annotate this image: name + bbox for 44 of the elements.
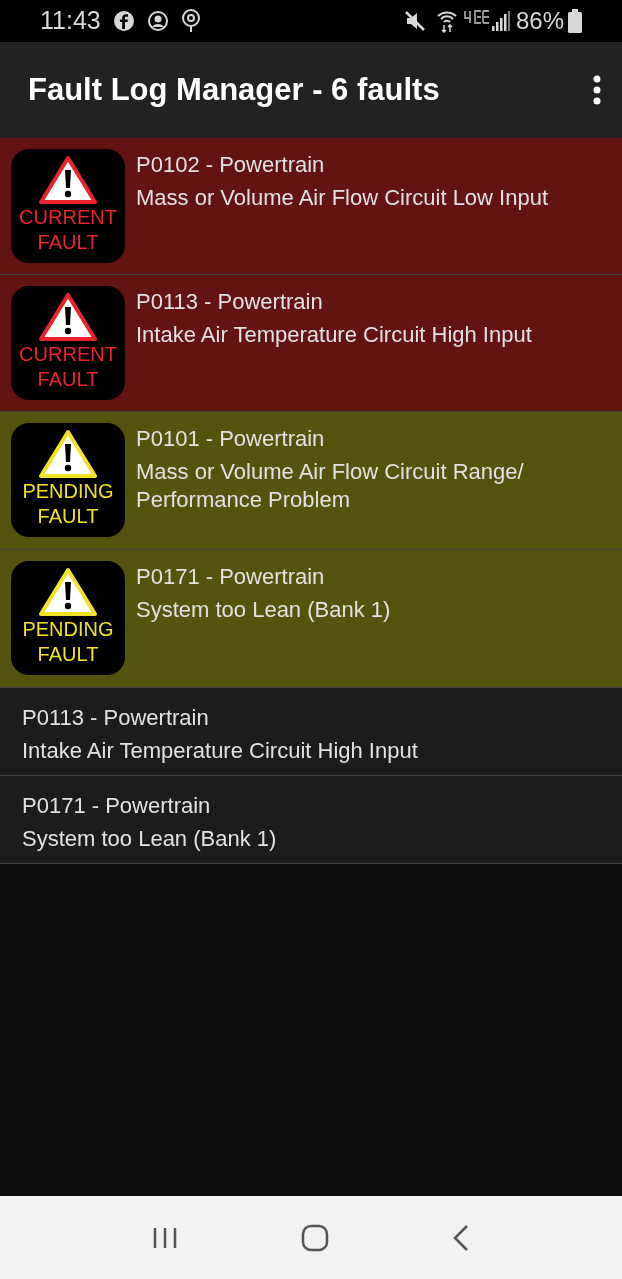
fault-description: Mass or Volume Air Flow Circuit Low Input <box>136 184 549 212</box>
badge-label: PENDING <box>22 479 114 504</box>
fault-code: P0113 - Powertrain <box>22 704 210 732</box>
fault-description: Intake Air Temperature Circuit High Input <box>136 321 532 349</box>
fault-row[interactable]: P0171 - Powertrain System too Lean (Bank 1) <box>0 776 622 864</box>
signal-icon <box>491 11 510 31</box>
fault-description: System too Lean (Bank 1) <box>22 825 277 853</box>
fault-row[interactable]: PENDING FAULT P0101 - Powertrain Mass or Volume Air Flow Circuit Range/ Performance Problem <box>0 412 622 550</box>
mute-icon <box>403 10 426 32</box>
fault-description: Mass or Volume Air Flow Circuit Range/ Performance Problem <box>136 458 525 514</box>
warning-icon <box>38 567 98 617</box>
warning-icon <box>38 155 98 205</box>
fault-row[interactable]: CURRENT FAULT P0102 - Powertrain Mass or Volume Air Flow Circuit Low Input <box>0 138 622 275</box>
warning-icon <box>38 292 98 342</box>
fault-row[interactable]: P0113 - Powertrain Intake Air Temperature Circuit High Input <box>0 688 622 776</box>
fault-row[interactable]: PENDING FAULT P0171 - Powertrain System too Lean (Bank 1) <box>0 550 622 688</box>
recent-apps-icon[interactable] <box>151 1225 179 1250</box>
battery-percent: 86% <box>515 6 564 36</box>
person-icon <box>146 10 169 32</box>
fault-code: P0102 - Powertrain <box>136 151 326 179</box>
fault-code: P0113 - Powertrain <box>136 288 324 316</box>
badge-label: FAULT <box>37 642 99 667</box>
back-icon[interactable] <box>451 1223 471 1252</box>
fault-description: System too Lean (Bank 1) <box>136 596 391 624</box>
badge-label: FAULT <box>37 504 99 529</box>
badge-label: FAULT <box>37 367 99 392</box>
badge-label: FAULT <box>37 230 99 255</box>
toolbar-title: Fault Log Manager - 6 faults <box>28 70 441 109</box>
badge-label: CURRENT <box>19 205 117 230</box>
fault-code: P0171 - Powertrain <box>22 792 212 820</box>
fault-code: P0101 - Powertrain <box>136 425 326 453</box>
fault-row[interactable]: CURRENT FAULT P0113 - Powertrain Intake Air Temperature Circuit High Input <box>0 275 622 412</box>
overflow-menu-icon[interactable] <box>592 75 602 105</box>
battery-icon <box>568 9 582 33</box>
location-icon <box>180 9 201 33</box>
fault-description: Intake Air Temperature Circuit High Input <box>22 737 418 765</box>
fault-code: P0171 - Powertrain <box>136 563 326 591</box>
badge-label: PENDING <box>22 617 114 642</box>
facebook-icon <box>112 10 135 32</box>
warning-icon <box>38 429 98 479</box>
badge-label: CURRENT <box>19 342 117 367</box>
wifi-icon <box>435 9 458 33</box>
home-icon[interactable] <box>301 1223 329 1252</box>
status-time: 11:43 <box>40 5 101 37</box>
